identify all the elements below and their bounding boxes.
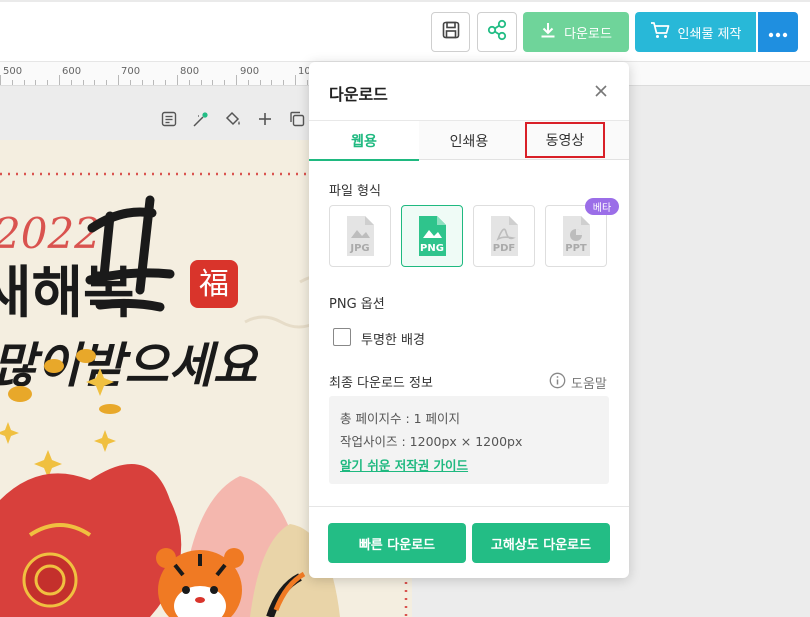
print-order-label: 인쇄물 제작 [677, 26, 742, 42]
ppt-file-icon: PPT [563, 216, 590, 256]
share-button[interactable] [477, 12, 517, 52]
ruler-tick [177, 75, 178, 85]
ruler-label: 500 [3, 66, 23, 77]
ruler-tick [306, 80, 308, 85]
transparent-background-checkbox[interactable] [333, 328, 351, 346]
ruler-tick [188, 80, 190, 85]
tab-print[interactable]: 인쇄용 [419, 121, 519, 160]
close-button[interactable] [591, 81, 611, 101]
file-format-label: 파일 형식 [329, 184, 381, 199]
download-icon [540, 22, 556, 42]
panel-divider [309, 506, 629, 507]
note-icon[interactable] [160, 110, 178, 128]
more-icon [768, 22, 788, 43]
ruler-tick [153, 80, 155, 85]
element-mini-toolbar [160, 110, 306, 128]
jpg-label: JPG [349, 243, 369, 254]
ruler-tick [129, 80, 131, 85]
ruler-tick [200, 80, 202, 85]
ruler-tick [23, 80, 25, 85]
format-option-pdf[interactable]: PDF [473, 205, 535, 267]
sub-title-text: 많이받으세요 [0, 338, 260, 394]
add-icon[interactable] [256, 110, 274, 128]
high-resolution-download-button[interactable]: 고해상도 다운로드 [472, 523, 610, 563]
cart-icon [650, 21, 670, 43]
jpg-file-icon: JPG [347, 216, 374, 256]
ruler-tick [106, 80, 108, 85]
ruler-tick [283, 80, 285, 85]
fast-download-button[interactable]: 빠른 다운로드 [328, 523, 466, 563]
ruler-tick [82, 80, 84, 85]
download-tabs: 웹용 인쇄용 동영상 [309, 120, 629, 161]
save-icon [441, 20, 461, 44]
ruler-tick [247, 80, 249, 85]
ppt-label: PPT [565, 243, 587, 254]
ruler-tick [118, 75, 119, 85]
ruler-tick [141, 80, 143, 85]
share-icon [486, 19, 508, 45]
tab-web[interactable]: 웹용 [309, 121, 419, 161]
ruler-label: 800 [180, 66, 200, 77]
duplicate-icon[interactable] [288, 110, 306, 128]
png-label: PNG [420, 243, 444, 254]
ruler-tick [271, 80, 273, 85]
tab-video[interactable]: 동영상 [525, 122, 605, 158]
beta-badge: 베타 [585, 198, 619, 215]
more-button[interactable] [758, 12, 798, 52]
page-count-text: 총 페이지수 : 1 페이지 [340, 411, 461, 426]
paint-bucket-icon[interactable] [224, 110, 242, 128]
ruler-tick [212, 80, 214, 85]
save-button[interactable] [431, 12, 470, 52]
download-button-label: 다운로드 [564, 26, 612, 42]
ruler-tick [259, 80, 261, 85]
ruler-label: 900 [240, 66, 260, 77]
ruler-tick [236, 75, 237, 85]
ruler-tick [59, 75, 60, 85]
ruler-tick [35, 80, 37, 85]
download-button[interactable]: 다운로드 [523, 12, 629, 52]
ruler-tick [295, 75, 296, 85]
transparent-background-label[interactable]: 투명한 배경 [361, 329, 425, 348]
toolbar-top-divider [0, 0, 810, 2]
main-title-text: 새해복 [0, 261, 135, 326]
ruler-tick [0, 75, 1, 85]
ruler-label: 700 [121, 66, 141, 77]
download-info-box: 총 페이지수 : 1 페이지 작업사이즈 : 1200px × 1200px 알… [329, 396, 609, 484]
print-order-button[interactable]: 인쇄물 제작 [635, 12, 756, 52]
ruler-tick [70, 80, 72, 85]
png-options-label: PNG 옵션 [329, 297, 385, 312]
pdf-file-icon: PDF [491, 216, 518, 256]
ruler-tick [47, 80, 49, 85]
download-panel: 다운로드 웹용 인쇄용 동영상 파일 형식 JPG PNG PDF PPT 베타… [309, 62, 629, 578]
final-download-info-label: 최종 다운로드 정보 [329, 376, 433, 391]
copyright-guide-link[interactable]: 알기 쉬운 저작권 가이드 [340, 455, 468, 474]
format-option-jpg[interactable]: JPG [329, 205, 391, 267]
ruler-tick [224, 80, 226, 85]
magic-wand-icon[interactable] [192, 110, 210, 128]
png-file-icon: PNG [419, 216, 446, 256]
year-text: 2022 [0, 209, 101, 258]
top-toolbar: 다운로드 인쇄물 제작 [0, 0, 810, 62]
ruler-tick [94, 80, 96, 85]
help-label: 도움말 [571, 377, 607, 392]
help-link[interactable]: 도움말 [549, 372, 607, 393]
ruler-tick [165, 80, 167, 85]
ruler-label: 600 [62, 66, 82, 77]
close-icon [591, 85, 611, 105]
panel-title: 다운로드 [329, 85, 388, 104]
info-icon [549, 372, 566, 393]
ruler-tick [11, 80, 13, 85]
pdf-label: PDF [493, 243, 515, 254]
fortune-stamp-text: 福 [199, 267, 229, 302]
work-size-text: 작업사이즈 : 1200px × 1200px [340, 434, 523, 449]
format-option-png[interactable]: PNG [401, 205, 463, 267]
